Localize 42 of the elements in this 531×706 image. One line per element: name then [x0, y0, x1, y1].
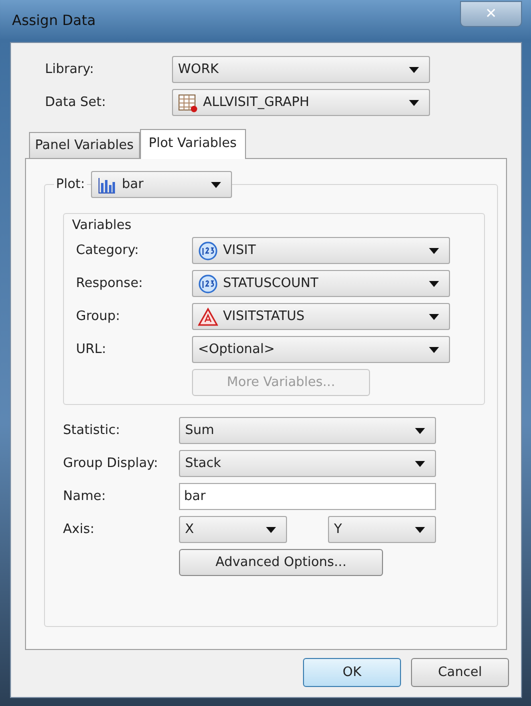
name-field[interactable]: bar: [179, 483, 436, 510]
field-label: Group Display:: [63, 456, 160, 471]
field-label: Data Set:: [45, 95, 107, 110]
numeric-icon: [198, 240, 218, 260]
axis-dropdown[interactable]: X: [179, 516, 287, 543]
caret-icon: [415, 460, 425, 466]
caret-icon: [429, 280, 439, 286]
caret-icon: [266, 526, 276, 532]
field-label: Response:: [76, 276, 144, 291]
caret-icon: [409, 66, 419, 72]
field-label: Statistic:: [63, 423, 122, 438]
field-label: Category:: [76, 243, 140, 258]
dropdown[interactable]: Sum: [179, 417, 436, 444]
caret-icon: [429, 346, 439, 352]
caret-icon: [409, 100, 419, 106]
dropdown[interactable]: ALLVISIT_GRAPH: [172, 89, 430, 116]
field-label: Axis:: [63, 522, 96, 537]
window-title: Assign Data: [11, 13, 96, 29]
dialog-button[interactable]: Cancel: [411, 658, 509, 687]
field-label: Library:: [45, 62, 95, 77]
caret-icon: [415, 526, 425, 532]
caret-icon: [415, 428, 425, 434]
dropdown[interactable]: <Optional>: [192, 336, 450, 363]
dropdown[interactable]: VISIT: [192, 237, 450, 264]
axis-dropdown[interactable]: Y: [328, 516, 436, 543]
dropdown[interactable]: WORK: [172, 56, 430, 83]
field-label: Name:: [63, 489, 107, 504]
numeric-icon: [198, 274, 218, 294]
table-icon: [178, 92, 198, 112]
tab[interactable]: Panel Variables: [29, 132, 140, 158]
caret-icon: [429, 248, 439, 254]
caret-icon: [210, 182, 221, 188]
caret-icon: [429, 314, 439, 320]
dropdown[interactable]: Stack: [179, 450, 436, 477]
dialog-button[interactable]: OK: [303, 658, 401, 687]
dropdown[interactable]: STATUSCOUNT: [192, 270, 450, 297]
plot-dropdown[interactable]: bar: [90, 171, 232, 198]
tab[interactable]: Plot Variables: [140, 129, 246, 159]
dropdown[interactable]: VISITSTATUS: [192, 303, 450, 330]
field-label: Group:: [76, 309, 121, 324]
advanced-options-button[interactable]: Advanced Options...: [179, 549, 383, 576]
field-label: URL:: [76, 342, 108, 357]
